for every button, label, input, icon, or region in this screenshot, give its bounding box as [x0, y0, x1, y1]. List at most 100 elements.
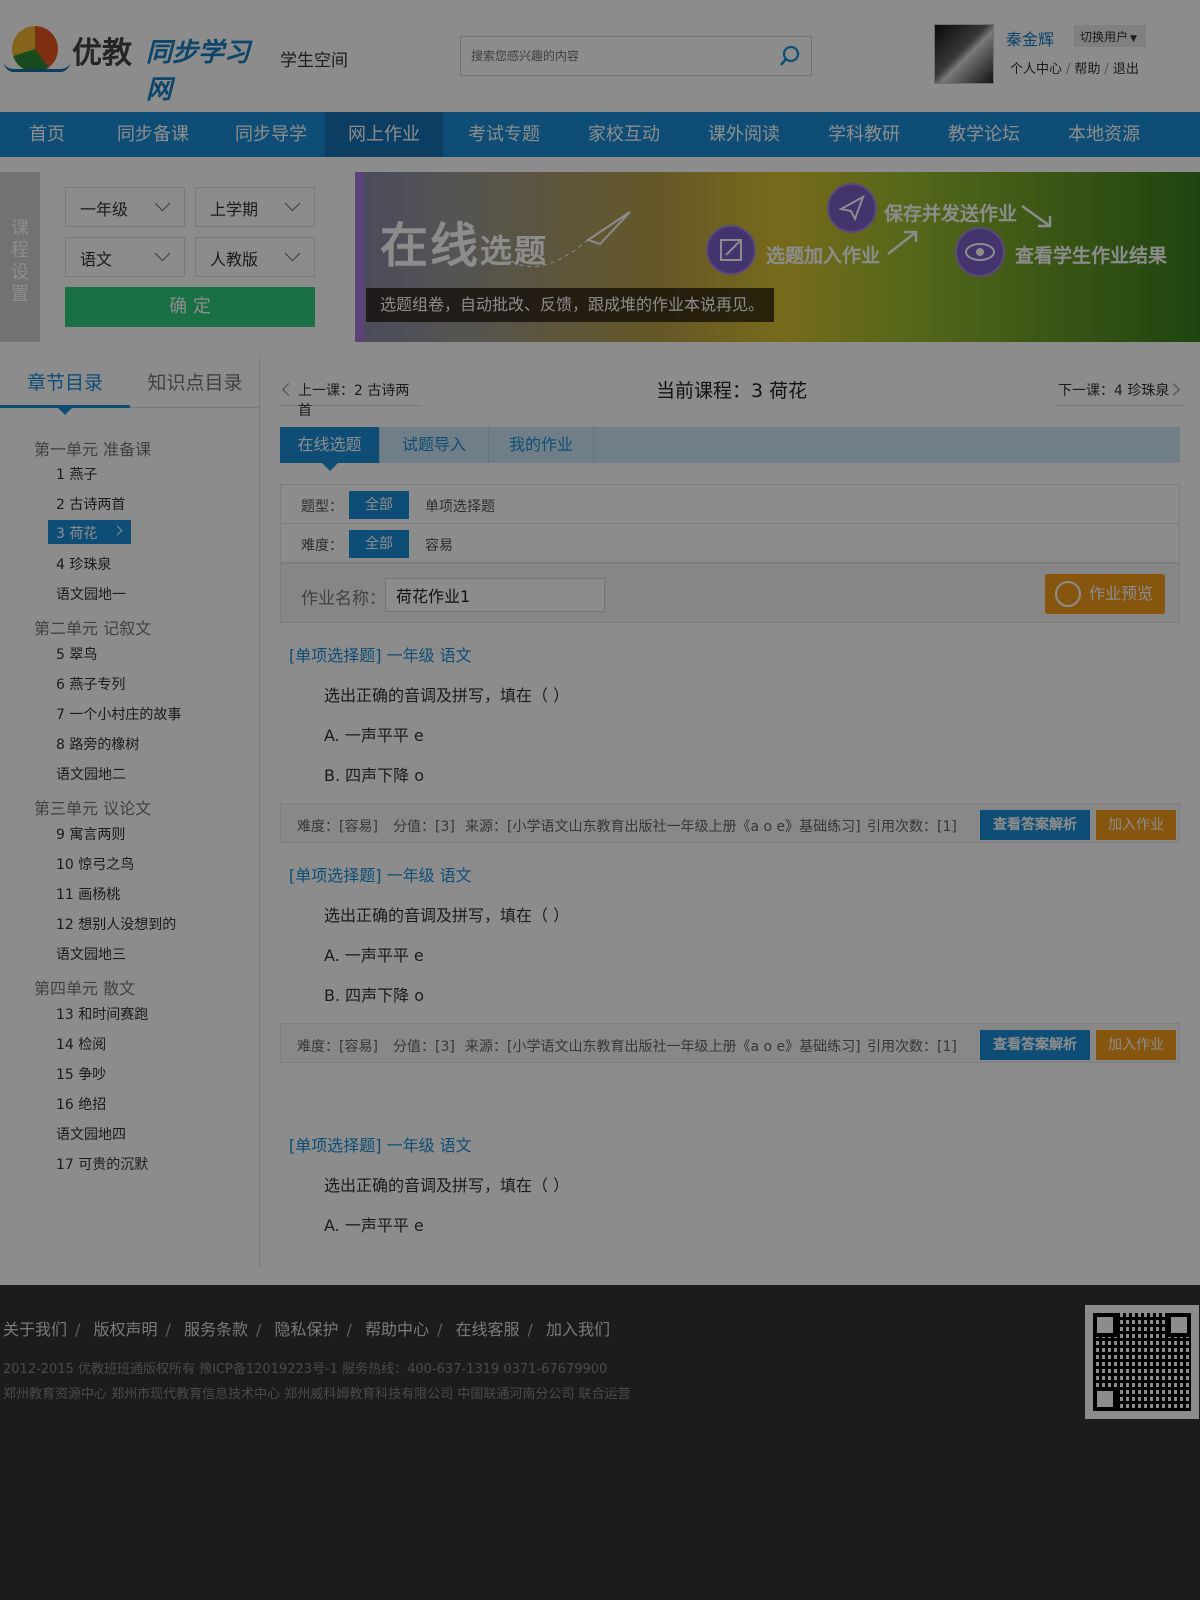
term-select[interactable]: 上学期	[195, 187, 315, 227]
link-help[interactable]: 帮助	[1074, 62, 1100, 77]
view-answer-button[interactable]: 查看答案解析	[980, 1030, 1090, 1060]
nav-forum[interactable]: 教学论坛	[925, 112, 1043, 157]
lesson-item[interactable]: 14 检阅	[56, 1034, 106, 1054]
question-text: 选出正确的音调及拼写，填在（ ）	[324, 686, 570, 705]
tab-my-homework[interactable]: 我的作业	[489, 427, 594, 463]
unit-title[interactable]: 第一单元 准备课	[34, 436, 151, 460]
footer-link-privacy[interactable]: 隐私保护	[275, 1320, 339, 1339]
switch-user-button[interactable]: 切换用户 ▼	[1074, 25, 1146, 47]
option-b: B. 四声下降 o	[324, 766, 425, 785]
nav-online-homework[interactable]: 网上作业	[325, 112, 443, 157]
lesson-item-current[interactable]: 3 荷花	[48, 520, 131, 544]
site-logo[interactable]: 优教 同步学习网	[4, 22, 274, 105]
type-option[interactable]: 单项选择题	[425, 496, 495, 516]
nav-local[interactable]: 本地资源	[1045, 112, 1163, 157]
avatar[interactable]	[934, 24, 994, 84]
meta-refs: 引用次数：[1]	[867, 1039, 957, 1055]
add-to-homework-button[interactable]: 加入作业	[1096, 1030, 1176, 1060]
lesson-item[interactable]: 15 争吵	[56, 1064, 106, 1084]
add-to-homework-button[interactable]: 加入作业	[1096, 810, 1176, 840]
lesson-item[interactable]: 5 翠鸟	[56, 644, 97, 664]
qr-code-pattern	[1093, 1313, 1191, 1411]
difficulty-option[interactable]: 容易	[425, 535, 453, 555]
footer-link-copyright[interactable]: 版权声明	[94, 1320, 158, 1339]
footer-link-help[interactable]: 帮助中心	[365, 1320, 429, 1339]
lesson-item[interactable]: 语文园地二	[56, 764, 126, 784]
nav-sync-prep[interactable]: 同步备课	[94, 112, 212, 157]
lesson-item[interactable]: 9 寓言两则	[56, 824, 125, 844]
lesson-item[interactable]: 8 路旁的橡树	[56, 734, 139, 754]
lesson-item[interactable]: 6 燕子专列	[56, 674, 125, 694]
send-icon	[827, 183, 877, 233]
meta-source: 来源：[小学语文山东教育出版社一年级上册《a o e》基础练习]	[465, 819, 861, 835]
unit-title[interactable]: 第四单元 散文	[34, 975, 135, 999]
difficulty-label: 难度：	[301, 538, 343, 554]
lesson-item[interactable]: 语文园地四	[56, 1124, 126, 1144]
type-all-button[interactable]: 全部	[349, 491, 409, 519]
question-header: [单项选择题] 一年级 语文	[289, 646, 472, 665]
difficulty-filter: 难度： 全部 容易	[280, 523, 1180, 563]
nav-home[interactable]: 首页	[0, 112, 94, 157]
homework-name-input[interactable]	[385, 578, 605, 612]
preview-button[interactable]: 作业预览	[1045, 574, 1165, 614]
lesson-item[interactable]: 13 和时间赛跑	[56, 1004, 148, 1024]
view-answer-button[interactable]: 查看答案解析	[980, 810, 1090, 840]
lesson-item[interactable]: 2 古诗两首	[56, 494, 125, 514]
lesson-item[interactable]: 12 想别人没想到的	[56, 914, 176, 934]
lesson-item[interactable]: 7 一个小村庄的故事	[56, 704, 181, 724]
lesson-item[interactable]: 1 燕子	[56, 464, 97, 484]
brand-name: 优教	[72, 36, 132, 71]
next-lesson-link[interactable]: 下一课：4 珍珠泉	[1056, 374, 1184, 406]
preview-icon	[1055, 581, 1081, 607]
tab-online-select[interactable]: 在线选题	[280, 427, 380, 463]
subject-select[interactable]: 语文	[65, 237, 185, 277]
footer-link-about[interactable]: 关于我们	[3, 1320, 67, 1339]
chevron-right-icon	[112, 525, 123, 536]
nav-sync-guide[interactable]: 同步导学	[212, 112, 330, 157]
difficulty-all-button[interactable]: 全部	[349, 530, 409, 558]
paper-plane-icon	[509, 211, 631, 268]
lesson-item[interactable]: 17 可贵的沉默	[56, 1154, 148, 1174]
edition-value: 人教版	[210, 250, 259, 269]
lesson-item[interactable]: 4 珍珠泉	[56, 554, 111, 574]
type-label: 题型：	[301, 499, 343, 515]
next-lesson-label: 下一课：4 珍珠泉	[1058, 383, 1170, 399]
tab-knowledge-catalog[interactable]: 知识点目录	[130, 358, 260, 408]
footer-link-terms[interactable]: 服务条款	[184, 1320, 248, 1339]
edition-select[interactable]: 人教版	[195, 237, 315, 277]
meta-difficulty: 难度：[容易]	[297, 1039, 378, 1055]
search-input[interactable]	[461, 37, 771, 75]
prev-lesson-link[interactable]: 上一课：2 古诗两首	[280, 374, 422, 419]
nav-reading[interactable]: 课外阅读	[685, 112, 803, 157]
lesson-item[interactable]: 语文园地三	[56, 944, 126, 964]
lesson-item[interactable]: 11 画杨桃	[56, 884, 120, 904]
footer-link-service[interactable]: 在线客服	[456, 1320, 520, 1339]
question-header: [单项选择题] 一年级 语文	[289, 866, 472, 885]
option-a: A. 一声平平 e	[324, 1216, 424, 1235]
nav-exam[interactable]: 考试专题	[445, 112, 563, 157]
course-settings-tab: 课程设置	[0, 172, 40, 342]
tab-import[interactable]: 试题导入	[380, 427, 489, 463]
confirm-button[interactable]: 确 定	[65, 287, 315, 327]
lesson-item[interactable]: 10 惊弓之鸟	[56, 854, 134, 874]
grade-select[interactable]: 一年级	[65, 187, 185, 227]
chapter-tree: 章节目录 知识点目录 第一单元 准备课 1 燕子 2 古诗两首 3 荷花 4 珍…	[0, 358, 260, 1268]
lesson-item[interactable]: 语文园地一	[56, 584, 126, 604]
tab-chapter-catalog[interactable]: 章节目录	[0, 358, 130, 408]
question-meta: 难度：[容易] 分值：[3] 来源：[小学语文山东教育出版社一年级上册《a o …	[280, 1023, 1180, 1063]
lesson-item[interactable]: 16 绝招	[56, 1094, 106, 1114]
unit-title[interactable]: 第三单元 议论文	[34, 795, 151, 819]
unit-title[interactable]: 第二单元 记叙文	[34, 615, 151, 639]
nav-research[interactable]: 学科教研	[805, 112, 923, 157]
option-b: B. 四声下降 o	[324, 986, 425, 1005]
option-a: A. 一声平平 e	[324, 946, 424, 965]
link-logout[interactable]: 退出	[1113, 62, 1139, 77]
question-meta: 难度：[容易] 分值：[3] 来源：[小学语文山东教育出版社一年级上册《a o …	[280, 803, 1180, 843]
link-personal-center[interactable]: 个人中心	[1010, 62, 1062, 77]
search-icon[interactable]	[779, 45, 801, 67]
footer-link-join[interactable]: 加入我们	[546, 1320, 610, 1339]
question-text: 选出正确的音调及拼写，填在（ ）	[324, 1176, 570, 1195]
nav-home-school[interactable]: 家校互动	[565, 112, 683, 157]
user-name[interactable]: 秦金辉	[1006, 26, 1054, 50]
option-a: A. 一声平平 e	[324, 726, 424, 745]
